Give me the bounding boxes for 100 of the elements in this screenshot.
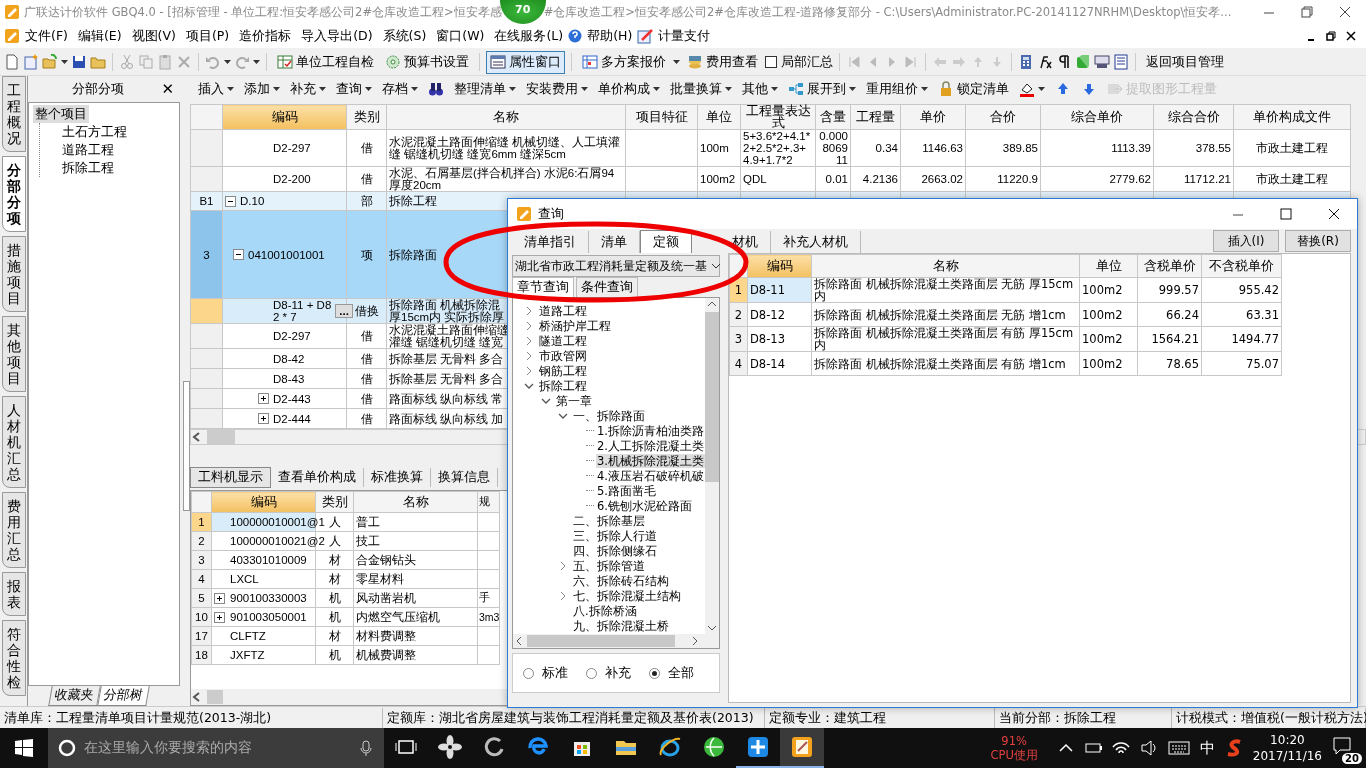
close-button[interactable]: ✕ bbox=[161, 80, 174, 98]
radio-label[interactable]: 补充 bbox=[605, 664, 631, 682]
column-header[interactable]: 编码 bbox=[222, 104, 347, 130]
menu-item[interactable]: 视图(V) bbox=[126, 25, 181, 47]
toolbar-button[interactable]: 展开到 bbox=[784, 78, 860, 100]
radio-label[interactable]: 标准 bbox=[542, 664, 568, 682]
checkbox-label[interactable]: 局部汇总 bbox=[781, 53, 833, 71]
toolbar-button[interactable]: 费用查看 bbox=[683, 50, 762, 74]
menu-item[interactable]: 在线服务(L) bbox=[489, 25, 569, 47]
tree-item[interactable]: 八.拆除桥涵 bbox=[572, 603, 638, 618]
tree-item[interactable]: 4.液压岩石破碎机破 bbox=[596, 468, 705, 483]
toolbar-button[interactable]: 重用组价 bbox=[862, 78, 932, 100]
toolbar-button[interactable]: 批量换算 bbox=[666, 78, 736, 100]
side-tab[interactable]: 其他项目 bbox=[2, 316, 26, 392]
tree-item[interactable]: 六、拆除砖石结构 bbox=[572, 573, 670, 588]
column-header[interactable]: 编码 bbox=[211, 491, 316, 513]
tree-item[interactable]: 隧道工程 bbox=[538, 333, 588, 348]
tab[interactable]: 工料机显示 bbox=[190, 466, 271, 488]
tree-item[interactable]: 市政管网 bbox=[538, 348, 588, 363]
return-button[interactable]: 返回项目管理 bbox=[1142, 50, 1228, 74]
tree-item[interactable]: 五、拆除管道 bbox=[572, 558, 646, 573]
toolbar-button[interactable]: 单位工程自检 bbox=[273, 50, 378, 74]
row-header[interactable]: 3 bbox=[190, 210, 223, 299]
ime-indicator[interactable]: 中 bbox=[1199, 738, 1215, 758]
menu-item[interactable]: 编辑(E) bbox=[72, 25, 127, 47]
column-header[interactable]: 名称 bbox=[386, 104, 626, 130]
column-header[interactable]: 含量 bbox=[815, 104, 851, 130]
panel-tab[interactable]: 收藏夹 bbox=[48, 686, 101, 706]
tab[interactable]: 章节查询 bbox=[512, 277, 574, 297]
panel-tab[interactable]: 分部树 bbox=[97, 686, 150, 706]
tree-item[interactable]: 拆除工程 bbox=[538, 378, 588, 393]
ellipsis-button[interactable]: ... bbox=[335, 304, 353, 318]
menu-item[interactable]: 项目(P) bbox=[180, 25, 235, 47]
side-tab[interactable]: 报表 bbox=[2, 572, 26, 616]
tab[interactable]: 查看单价构成 bbox=[271, 467, 364, 487]
toolbar-button[interactable]: 其他 bbox=[738, 78, 782, 100]
tree-item[interactable]: 道路工程 bbox=[60, 141, 116, 159]
side-tab[interactable]: 工程概况 bbox=[2, 76, 26, 152]
tab[interactable]: 条件查询 bbox=[576, 277, 638, 297]
column-header[interactable]: 单价 bbox=[900, 104, 966, 130]
tab[interactable]: 定额 bbox=[640, 230, 692, 253]
tree-item[interactable]: 5.路面凿毛 bbox=[596, 483, 657, 498]
column-header[interactable]: 规 bbox=[477, 491, 500, 513]
toolbar-button[interactable]: 锁定清单 bbox=[934, 78, 1013, 100]
toolbar-button[interactable]: 插入 bbox=[194, 78, 238, 100]
toolbar-button[interactable]: 整理清单 bbox=[450, 78, 520, 100]
tree-item[interactable]: 一、拆除路面 bbox=[572, 408, 646, 423]
menu-item[interactable]: 帮助(H) bbox=[582, 25, 638, 47]
toolbar-button[interactable]: 多方案报价 bbox=[578, 50, 670, 74]
tree-item[interactable]: 拆除工程 bbox=[60, 159, 116, 177]
dialog-button[interactable]: 插入(I) bbox=[1213, 230, 1279, 252]
menu-item[interactable]: 文件(F) bbox=[20, 25, 73, 47]
radio-label[interactable]: 全部 bbox=[668, 664, 694, 682]
tree-item[interactable]: 3.机械拆除混凝土类 bbox=[596, 453, 705, 468]
tree-item[interactable]: 桥涵护岸工程 bbox=[538, 318, 612, 333]
column-header[interactable]: 项目特征 bbox=[625, 104, 698, 130]
menu-item[interactable]: 计量支付 bbox=[653, 25, 716, 47]
column-header[interactable]: 单位 bbox=[1079, 254, 1138, 278]
column-header[interactable]: 名称 bbox=[353, 491, 478, 513]
toolbar-button[interactable]: 单价构成 bbox=[594, 78, 664, 100]
tree-item[interactable]: 整个项目 bbox=[33, 105, 89, 123]
row-header[interactable]: 4 bbox=[729, 351, 748, 376]
menu-item[interactable]: 系统(S) bbox=[377, 25, 432, 47]
toolbar-button[interactable]: 预算书设置 bbox=[381, 50, 473, 74]
tree-item[interactable]: 三、拆除人行道 bbox=[572, 528, 658, 543]
column-header[interactable]: 合价 bbox=[965, 104, 1041, 130]
side-tab[interactable]: 费用汇总 bbox=[2, 492, 26, 568]
toolbar-button[interactable]: 属性窗口 bbox=[486, 50, 565, 74]
tree-item[interactable]: 道路工程 bbox=[538, 303, 588, 318]
search-field[interactable]: 在这里输入你要搜索的内容 bbox=[48, 728, 384, 768]
side-tab[interactable]: 人材机汇总 bbox=[2, 396, 26, 488]
row-header[interactable]: 2 bbox=[729, 302, 748, 327]
side-tab[interactable]: 符合性检 bbox=[2, 620, 26, 696]
tree-item[interactable]: 九、拆除混凝土桥 bbox=[572, 618, 670, 633]
library-dropdown[interactable]: 湖北省市政工程消耗量定额及统一基 bbox=[512, 255, 720, 277]
toolbar-button[interactable]: 查询 bbox=[332, 78, 376, 100]
dialog-button[interactable]: 替换(R) bbox=[1285, 230, 1351, 252]
tree-item[interactable]: 1.拆除沥青柏油类路 bbox=[596, 423, 705, 438]
column-header[interactable]: 含税单价 bbox=[1137, 254, 1202, 278]
menu-item[interactable]: 造价指标 bbox=[234, 25, 297, 47]
column-header[interactable]: 单位 bbox=[697, 104, 741, 130]
toolbar-button[interactable]: 安装费用 bbox=[522, 78, 592, 100]
menu-item[interactable]: 导入导出(D) bbox=[296, 25, 378, 47]
menu-item[interactable]: 窗口(W) bbox=[431, 25, 490, 47]
tree-item[interactable]: 2.人工拆除混凝土类 bbox=[596, 438, 705, 453]
column-header[interactable]: 不含税单价 bbox=[1201, 254, 1282, 278]
tree-item[interactable]: 6.铣刨水泥砼路面 bbox=[596, 498, 693, 513]
toolbar-button[interactable]: 添加 bbox=[240, 78, 284, 100]
side-tab[interactable]: 措施项目 bbox=[2, 236, 26, 312]
side-tab[interactable]: 分部分项 bbox=[2, 156, 26, 232]
tree-item[interactable]: 第一章 bbox=[555, 393, 593, 408]
column-header[interactable]: 类别 bbox=[346, 104, 387, 130]
tab[interactable]: 换算信息 bbox=[431, 467, 498, 487]
column-header[interactable]: 工程量 bbox=[850, 104, 901, 130]
tree-item[interactable]: 钢筋工程 bbox=[538, 363, 588, 378]
tree-item[interactable]: 七、拆除混凝土结构 bbox=[572, 588, 682, 603]
column-header[interactable]: 类别 bbox=[315, 491, 354, 513]
toolbar-button[interactable]: 补充 bbox=[286, 78, 330, 100]
column-header[interactable]: 单价构成文件 bbox=[1233, 104, 1351, 130]
column-header[interactable]: 名称 bbox=[811, 254, 1080, 278]
